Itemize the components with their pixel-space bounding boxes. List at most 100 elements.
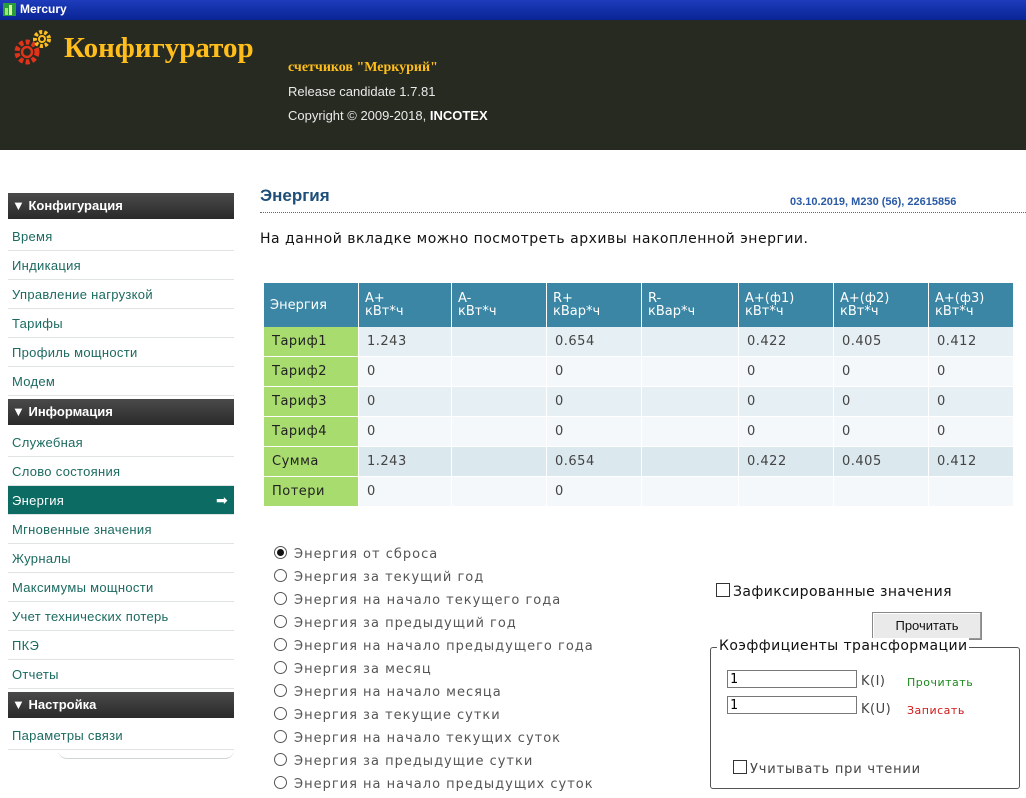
radio-button-icon[interactable] [274, 638, 287, 651]
period-option-label: Энергия за текущий год [294, 570, 485, 585]
period-option[interactable]: Энергия за предыдущие сутки [274, 750, 594, 773]
radio-button-icon[interactable] [274, 569, 287, 582]
sidebar-item-label: Мгновенные значения [12, 522, 152, 537]
energy-table: Энергия A+ кВт*ч A-кВт*ч R+ кВар*ч R-кВар*ч A+(… [264, 283, 1014, 507]
period-option-label: Энергия на начало текущего года [294, 593, 562, 608]
radio-button-icon[interactable] [274, 707, 287, 720]
period-option[interactable]: Энергия на начало текущих суток [274, 727, 594, 750]
read-button[interactable]: Прочитать [872, 612, 982, 640]
radio-button-icon[interactable] [274, 661, 287, 674]
table-cell [451, 476, 547, 507]
radio-button-icon[interactable] [274, 615, 287, 628]
column-header: A+ кВт*ч [358, 283, 452, 327]
radio-button-icon[interactable] [274, 776, 287, 789]
sidebar-item-label: ПКЭ [12, 638, 40, 653]
sidebar-item[interactable]: ПКЭ [8, 631, 234, 660]
k-u-input[interactable] [727, 696, 857, 714]
arrow-right-icon: ➡ [215, 492, 228, 508]
table-cell: 1.243 [358, 327, 452, 357]
checkbox-box[interactable] [716, 583, 730, 597]
transform-legend: Коэффициенты трансформации [717, 638, 970, 654]
sidebar-item[interactable]: Время [8, 222, 234, 251]
period-option-label: Энергия на начало месяца [294, 685, 502, 700]
period-option[interactable]: Энергия за месяц [274, 658, 594, 681]
sidebar-item[interactable]: Отчеты [8, 660, 234, 689]
sidebar-item[interactable]: Максимумы мощности [8, 573, 234, 602]
sidebar-item[interactable]: Мгновенные значения [8, 515, 234, 544]
period-option-label: Энергия за текущие сутки [294, 708, 501, 723]
sidebar-item[interactable]: Управление нагрузкой [8, 280, 234, 309]
sidebar-bottom-edge [58, 750, 234, 759]
period-option[interactable]: Энергия от сброса [274, 543, 594, 566]
k-i-input[interactable] [727, 670, 857, 688]
title-divider [260, 212, 1026, 213]
table-cell: 0.422 [738, 327, 834, 357]
sidebar-item-label: Учет технических потерь [12, 609, 169, 624]
section-header-settings[interactable]: ▼ Настройка [8, 692, 234, 718]
table-cell: 0 [358, 416, 452, 447]
sidebar-item[interactable]: Энергия ➡ [8, 486, 234, 515]
sidebar-item[interactable]: Слово состояния [8, 457, 234, 486]
write-coefficients-link[interactable]: Записать [907, 704, 965, 717]
fixed-values-checkbox[interactable]: Зафиксированные значения [716, 583, 952, 600]
radio-button-icon[interactable] [274, 753, 287, 766]
table-cell: 0 [928, 386, 1014, 417]
sidebar-item-label: Служебная [12, 435, 83, 450]
period-option[interactable]: Энергия за предыдущий год [274, 612, 594, 635]
row-label: Потери [264, 476, 359, 507]
consider-when-reading-checkbox[interactable]: Учитывать при чтении [733, 760, 921, 777]
section-header-information[interactable]: ▼ Информация [8, 399, 234, 425]
column-header: A-кВт*ч [451, 283, 547, 327]
column-header-unit: кВт*ч [458, 304, 497, 319]
table-cell [641, 476, 739, 507]
table-cell [641, 446, 739, 477]
period-option[interactable]: Энергия за текущие сутки [274, 704, 594, 727]
table-cell: 0 [833, 356, 929, 387]
table-cell: 0 [358, 356, 452, 387]
sidebar-item[interactable]: Тарифы [8, 309, 234, 338]
table-cell [833, 476, 929, 507]
table-cell: 0.412 [928, 446, 1014, 477]
table-cell: 0 [358, 386, 452, 417]
read-coefficients-link[interactable]: Прочитать [907, 676, 973, 689]
table-row: Тариф2 0 0 0 0 0 [264, 356, 1014, 387]
sidebar-item[interactable]: Служебная [8, 428, 234, 457]
period-option[interactable]: Энергия на начало месяца [274, 681, 594, 704]
row-label: Тариф1 [264, 327, 359, 357]
sidebar-item[interactable]: Журналы [8, 544, 234, 573]
table-cell: 0 [546, 476, 642, 507]
page-description: На данной вкладке можно посмотреть архив… [260, 231, 809, 247]
column-header: R+ кВар*ч [546, 283, 642, 327]
app-subtitle: счетчиков "Меркурий" [288, 60, 438, 75]
column-header: A+(ф2) кВт*ч [833, 283, 929, 327]
period-option[interactable]: Энергия на начало предыдущего года [274, 635, 594, 658]
column-header-unit: кВт*ч [745, 304, 784, 319]
sidebar-item[interactable]: Учет технических потерь [8, 602, 234, 631]
column-header-unit: кВт*ч [840, 304, 879, 319]
period-option[interactable]: Энергия за текущий год [274, 566, 594, 589]
table-row: Тариф1 1.243 0.654 0.422 0.405 0.412 [264, 327, 1014, 357]
radio-button-icon[interactable] [274, 730, 287, 743]
sidebar-item[interactable]: Профиль мощности [8, 338, 234, 367]
column-header: A+(ф3) кВт*ч [928, 283, 1014, 327]
release-info: Release candidate 1.7.81 [288, 84, 436, 99]
sidebar-item[interactable]: Параметры связи [8, 721, 234, 750]
sidebar-item[interactable]: Индикация [8, 251, 234, 280]
radio-button-icon[interactable] [274, 684, 287, 697]
checkbox-box[interactable] [733, 760, 747, 774]
radio-button-icon[interactable] [274, 546, 287, 559]
table-row: Тариф4 0 0 0 0 0 [264, 416, 1014, 447]
table-cell: 0 [928, 356, 1014, 387]
period-option-label: Энергия за предыдущий год [294, 616, 517, 631]
sidebar-item-label: Журналы [12, 551, 71, 566]
section-header-configuration[interactable]: ▼ Конфигурация [8, 193, 234, 219]
sidebar-item[interactable]: Модем [8, 367, 234, 396]
radio-button-icon[interactable] [274, 592, 287, 605]
table-cell: 0 [928, 416, 1014, 447]
sidebar-item-label: Отчеты [12, 667, 59, 682]
period-option[interactable]: Энергия на начало текущего года [274, 589, 594, 612]
period-option-label: Энергия от сброса [294, 547, 439, 562]
period-option-label: Энергия за предыдущие сутки [294, 754, 534, 769]
period-option[interactable]: Энергия на начало предыдущих суток [274, 773, 594, 796]
copyright-info: Copyright © 2009-2018, INCOTEX [288, 108, 488, 123]
